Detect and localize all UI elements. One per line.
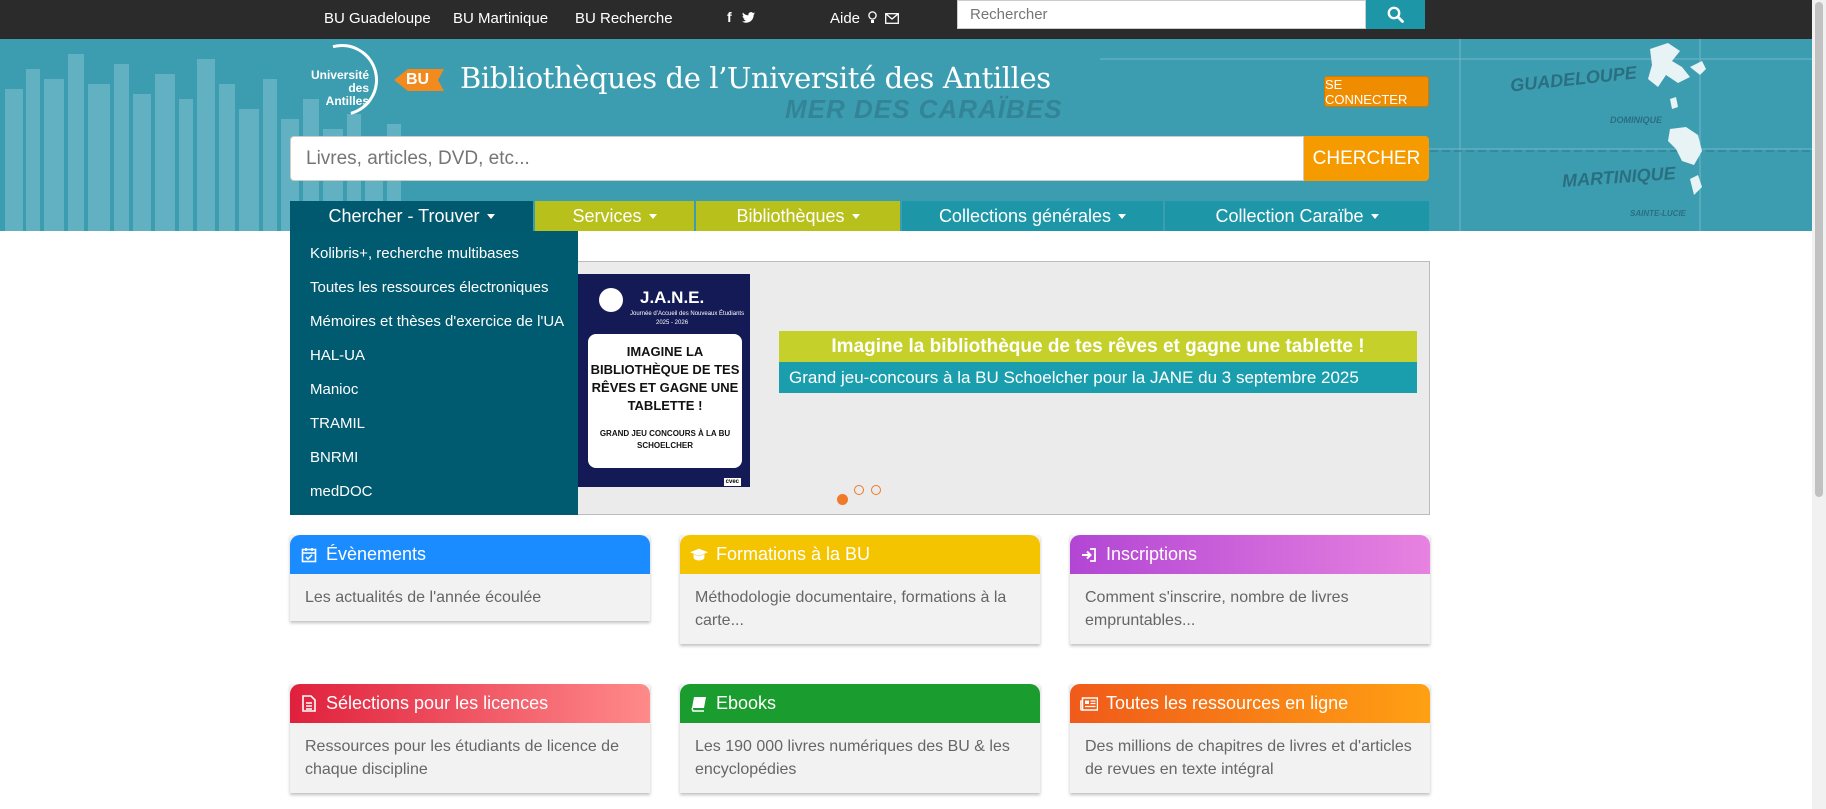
card-description: Méthodologie documentaire, formations à … xyxy=(695,589,1007,629)
dropdown-item-hal-ua[interactable]: HAL-UA xyxy=(290,339,578,373)
aide-link[interactable]: Aide xyxy=(830,10,900,27)
card-title: Inscriptions xyxy=(1106,544,1198,564)
top-search-button[interactable] xyxy=(1366,0,1425,29)
nav-services[interactable]: Services xyxy=(535,201,694,231)
page-scrollbar[interactable] xyxy=(1812,0,1826,809)
search-icon xyxy=(1387,6,1404,23)
facebook-icon[interactable]: f xyxy=(727,9,735,25)
book-icon xyxy=(690,695,708,713)
nav-label: Collection Caraïbe xyxy=(1215,205,1364,226)
nav-label: Services xyxy=(572,205,642,226)
card-evenements[interactable]: Évènements Les actualités de l'année éco… xyxy=(290,535,650,621)
sign-in-icon xyxy=(1080,546,1098,564)
nav-collections-generales[interactable]: Collections générales xyxy=(902,201,1163,231)
bu-martinique-link[interactable]: BU Martinique xyxy=(453,10,548,27)
card-description: Des millions de chapitres de livres et d… xyxy=(1085,738,1412,778)
card-formations[interactable]: Formations à la BU Méthodologie document… xyxy=(680,535,1040,644)
caret-down-icon xyxy=(1118,213,1127,219)
bu-logo-text: BU xyxy=(406,71,430,88)
top-search-input[interactable] xyxy=(957,0,1366,29)
social-links: f xyxy=(727,9,755,25)
nav-label: Collections générales xyxy=(938,205,1112,226)
poster-tagline: GRAND JEU CONCOURS À LA BU SCHOELCHER xyxy=(599,429,731,450)
aide-label: Aide xyxy=(830,10,861,27)
dropdown-item-memoires-theses[interactable]: Mémoires et thèses d'exercice de l'UA xyxy=(290,305,578,339)
poster-year: 2025 - 2026 xyxy=(656,320,689,326)
dropdown-item-manioc[interactable]: Manioc xyxy=(290,373,578,407)
chercher-trouver-dropdown: Kolibris+, recherche multibases Toutes l… xyxy=(290,231,578,515)
caret-down-icon xyxy=(851,213,860,219)
carousel-dot-1[interactable] xyxy=(837,494,848,505)
cvec-logo: cvec xyxy=(723,478,741,486)
nav-bibliotheques[interactable]: Bibliothèques xyxy=(696,201,900,231)
catalog-search-button[interactable]: CHERCHER xyxy=(1304,136,1429,181)
card-description: Les 190 000 livres numériques des BU & l… xyxy=(695,738,1010,778)
poster-card: IMAGINE LA BIBLIOTHÈQUE DE TES RÊVES ET … xyxy=(588,334,742,468)
nav-collection-caraibe[interactable]: Collection Caraïbe xyxy=(1165,201,1429,231)
dropdown-item-tramil[interactable]: TRAMIL xyxy=(290,407,578,441)
card-selections-licences[interactable]: Sélections pour les licences Ressources … xyxy=(290,684,650,793)
graduation-cap-icon xyxy=(690,546,708,564)
catalog-search-input[interactable] xyxy=(290,136,1304,181)
dropdown-item-kolibris[interactable]: Kolibris+, recherche multibases xyxy=(290,237,578,271)
card-inscriptions[interactable]: Inscriptions Comment s'inscrire, nombre … xyxy=(1070,535,1430,644)
university-logo-badge xyxy=(599,288,623,312)
map-label-sea: MER DES CARAÏBES xyxy=(785,94,1063,124)
poster-headline: IMAGINE LA BIBLIOTHÈQUE DE TES RÊVES ET … xyxy=(590,344,740,413)
nav-chercher-trouver[interactable]: Chercher - Trouver xyxy=(290,201,533,231)
jane-poster[interactable]: J.A.N.E. Journée d’Accueil des Nouveaux … xyxy=(578,274,750,487)
card-ebooks[interactable]: Ebooks Les 190 000 livres numériques des… xyxy=(680,684,1040,793)
card-header[interactable]: Sélections pour les licences xyxy=(290,684,650,723)
twitter-icon[interactable] xyxy=(741,12,755,23)
dropdown-item-bnrmi[interactable]: BNRMI xyxy=(290,441,578,475)
dropdown-item-meddoc[interactable]: medDOC xyxy=(290,475,578,509)
top-bar: BU Guadeloupe BU Martinique BU Recherche… xyxy=(0,0,1812,39)
card-title: Sélections pour les licences xyxy=(326,693,549,713)
card-description: Comment s'inscrire, nombre de livres emp… xyxy=(1085,589,1349,629)
lightbulb-icon xyxy=(868,11,877,23)
card-header[interactable]: Ebooks xyxy=(680,684,1040,723)
caret-down-icon xyxy=(486,213,495,219)
poster-title: J.A.N.E. xyxy=(640,288,705,307)
carousel-dot-3[interactable] xyxy=(871,485,881,495)
card-title: Ebooks xyxy=(716,693,777,713)
slide-subtitle[interactable]: Grand jeu-concours à la BU Schoelcher po… xyxy=(779,362,1417,393)
card-description: Ressources pour les étudiants de licence… xyxy=(305,738,619,778)
card-title: Évènements xyxy=(326,544,427,564)
card-title: Formations à la BU xyxy=(716,544,871,564)
card-header[interactable]: Inscriptions xyxy=(1070,535,1430,574)
envelope-icon xyxy=(885,13,900,24)
caret-down-icon xyxy=(1370,213,1379,219)
bu-guadeloupe-link[interactable]: BU Guadeloupe xyxy=(324,10,431,27)
card-header[interactable]: Évènements xyxy=(290,535,650,574)
bu-recherche-link[interactable]: BU Recherche xyxy=(575,10,673,27)
scrollbar-thumb[interactable] xyxy=(1815,2,1823,497)
card-header[interactable]: Toutes les ressources en ligne xyxy=(1070,684,1430,723)
calendar-check-icon xyxy=(300,546,318,564)
logo-bu[interactable]: BU xyxy=(394,65,444,95)
nav-label: Chercher - Trouver xyxy=(328,205,480,226)
map-label-dominique: DOMINIQUE xyxy=(1610,115,1663,125)
card-header[interactable]: Formations à la BU xyxy=(680,535,1040,574)
newspaper-icon xyxy=(1080,695,1098,713)
logo-universite-des-antilles[interactable]: Université des Antilles xyxy=(305,69,369,108)
caret-down-icon xyxy=(648,213,657,219)
file-text-icon xyxy=(300,695,318,713)
card-ressources-en-ligne[interactable]: Toutes les ressources en ligne Des milli… xyxy=(1070,684,1430,793)
carousel-dot-2[interactable] xyxy=(854,485,864,495)
site-title[interactable]: Bibliothèques de l’Université des Antill… xyxy=(460,61,1051,95)
slide-title[interactable]: Imagine la bibliothèque de tes rêves et … xyxy=(779,331,1417,362)
card-title: Toutes les ressources en ligne xyxy=(1106,693,1349,713)
login-button[interactable]: SE CONNECTER xyxy=(1324,76,1429,107)
card-description: Les actualités de l'année écoulée xyxy=(305,589,542,606)
nav-label: Bibliothèques xyxy=(736,205,845,226)
dropdown-item-ressources-electroniques[interactable]: Toutes les ressources électroniques xyxy=(290,271,578,305)
map-label-sainte-lucie: SAINTE-LUCIE xyxy=(1630,209,1686,218)
poster-subtitle: Journée d’Accueil des Nouveaux Étudiants xyxy=(630,311,745,317)
